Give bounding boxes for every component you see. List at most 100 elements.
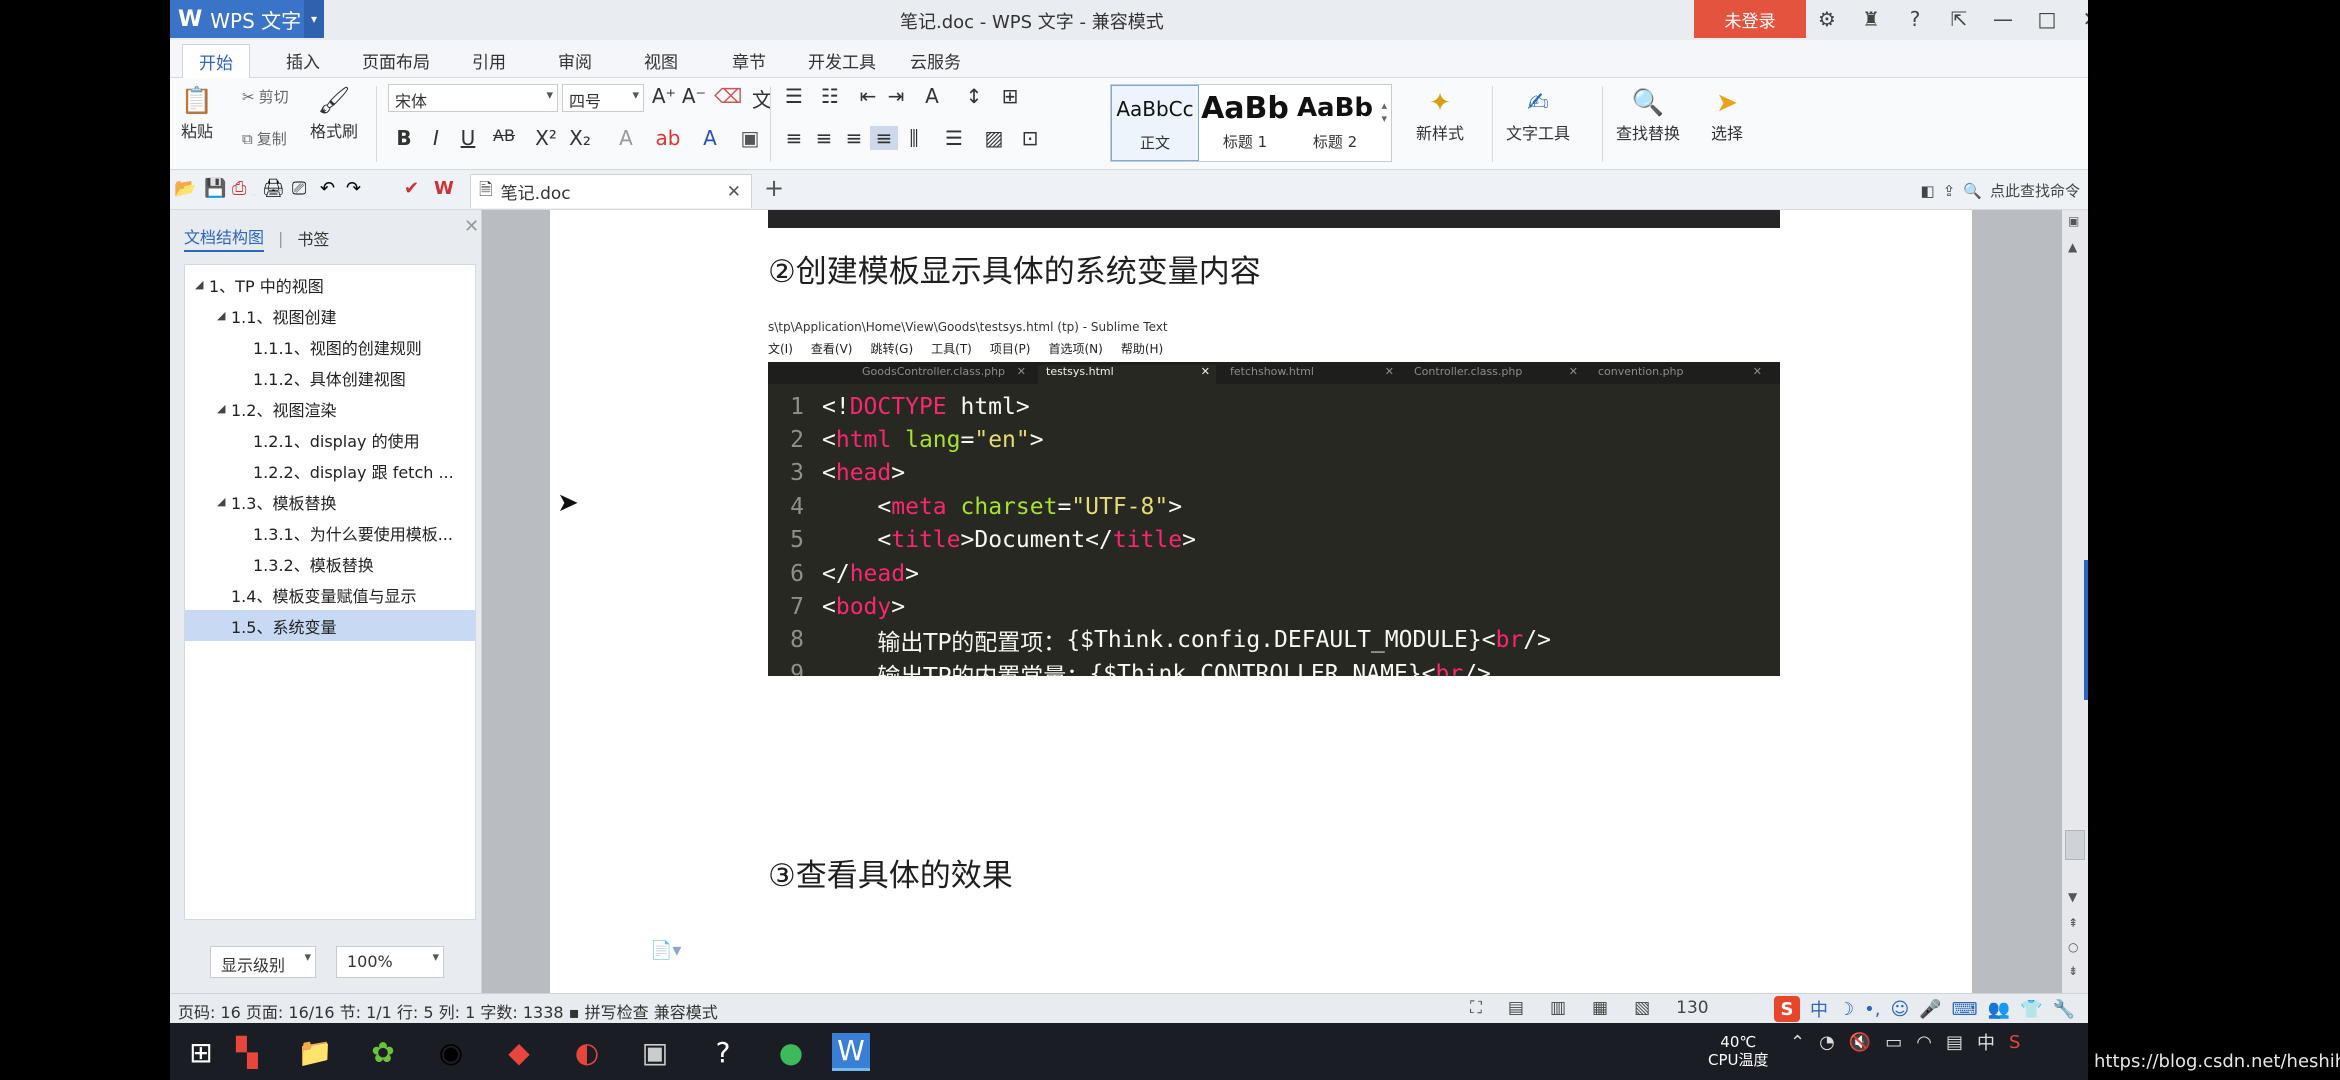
open-folder-icon[interactable]: 📂 bbox=[174, 178, 196, 199]
italic-icon[interactable]: I bbox=[422, 126, 450, 150]
level-select[interactable]: 显示级别 bbox=[210, 946, 316, 978]
web-view-icon[interactable]: ▥ bbox=[1550, 998, 1566, 1018]
shrink-font-icon[interactable]: A⁻ bbox=[680, 84, 708, 108]
text-direction-icon[interactable]: A bbox=[918, 84, 946, 108]
close-tab-icon[interactable]: ✕ bbox=[727, 182, 741, 202]
align-right-icon[interactable]: ≡ bbox=[840, 126, 868, 150]
chrome-icon[interactable]: ◉ bbox=[432, 1033, 470, 1071]
numbering-icon[interactable]: ☷ bbox=[816, 84, 844, 108]
close-pane-icon[interactable]: ✕ bbox=[464, 216, 479, 237]
minimize-ribbon-icon[interactable]: ◧ bbox=[1921, 182, 1935, 200]
bullets-icon[interactable]: ☰ bbox=[780, 84, 808, 108]
line-spacing-icon[interactable]: ☰ bbox=[940, 126, 968, 150]
redo-icon[interactable]: ↷ bbox=[346, 178, 361, 199]
scroll-down-icon[interactable]: ▼ bbox=[2068, 890, 2077, 904]
heading-create-template[interactable]: ②创建模板显示具体的系统变量内容 bbox=[768, 246, 1261, 291]
side-panel-indicator[interactable] bbox=[2084, 560, 2088, 700]
app-icon-9[interactable]: ● bbox=[772, 1033, 810, 1071]
outline-item[interactable]: 1.1.1、视图的创建规则 bbox=[185, 331, 475, 362]
outline-item[interactable]: 1.1.2、具体创建视图 bbox=[185, 362, 475, 393]
tab-review[interactable]: 审阅 bbox=[558, 48, 592, 73]
font-size-select[interactable]: 四号 bbox=[562, 84, 644, 112]
tab-bookmarks[interactable]: 书签 bbox=[297, 226, 329, 250]
distribute-icon[interactable]: ⫼ bbox=[900, 126, 928, 150]
undo-icon[interactable]: ↶ bbox=[320, 178, 335, 199]
help-app-icon[interactable]: ? bbox=[704, 1033, 742, 1071]
outline-item[interactable]: 1.4、模板变量赋值与显示 bbox=[185, 579, 475, 610]
zoom-select[interactable]: 100% bbox=[336, 946, 444, 978]
justify-icon[interactable]: ≡ bbox=[870, 126, 898, 150]
highlight-icon[interactable]: ab bbox=[654, 126, 682, 150]
battery-icon[interactable]: ▭ bbox=[1885, 1032, 1902, 1053]
wps-writer-icon[interactable]: W bbox=[832, 1033, 870, 1071]
expand-toggle-icon[interactable]: ◢ bbox=[217, 402, 231, 415]
notification-icon[interactable]: ▤ bbox=[1946, 1032, 1963, 1053]
zoom-value[interactable]: 130 bbox=[1676, 998, 1708, 1018]
tray-app-icon[interactable]: ◔ bbox=[1819, 1032, 1835, 1053]
ime-skin-icon[interactable]: 👕 bbox=[2020, 999, 2042, 1020]
close-icon[interactable]: ✕ bbox=[2076, 4, 2088, 34]
next-page-icon[interactable]: ⇟ bbox=[2068, 964, 2078, 978]
style-heading-2[interactable]: AaBb 标题 2 bbox=[1291, 85, 1379, 161]
app-icon-3[interactable]: ✿ bbox=[364, 1033, 402, 1071]
heading-view-result[interactable]: ③查看具体的效果 bbox=[768, 850, 1013, 895]
login-button[interactable]: 未登录 bbox=[1694, 0, 1806, 38]
sogou-icon[interactable]: S bbox=[1774, 996, 1800, 1022]
windows-start-icon[interactable]: ⊞ bbox=[182, 1033, 220, 1071]
outline-item[interactable]: 1.3.1、为什么要使用模板... bbox=[185, 517, 475, 548]
upload-icon[interactable]: ⇪ bbox=[1943, 182, 1956, 200]
ime-keyboard-icon[interactable]: ⌨ bbox=[1952, 999, 1978, 1020]
page[interactable]: ②创建模板显示具体的系统变量内容 s\tp\Application\Home\V… bbox=[550, 210, 1972, 993]
tab-references[interactable]: 引用 bbox=[472, 48, 506, 73]
strikethrough-icon[interactable]: AB bbox=[490, 126, 518, 145]
ruler-toggle-icon[interactable]: ▣ bbox=[2068, 214, 2079, 228]
tab-cloud[interactable]: 云服务 bbox=[910, 48, 961, 73]
app-icon-5[interactable]: ◆ bbox=[500, 1033, 538, 1071]
help-icon[interactable]: ? bbox=[1900, 4, 1930, 34]
tab-view[interactable]: 视图 bbox=[644, 48, 678, 73]
app-icon-1[interactable]: ▚ bbox=[228, 1033, 266, 1071]
tab-home[interactable]: 开始 bbox=[182, 44, 250, 78]
expand-toggle-icon[interactable]: ◢ bbox=[195, 278, 209, 291]
command-search[interactable]: ◧ ⇪ 🔍 点此查找命令 bbox=[1921, 180, 2080, 201]
subscript-icon[interactable]: X₂ bbox=[566, 126, 594, 150]
borders-icon[interactable]: ⊡ bbox=[1016, 126, 1044, 150]
decrease-indent-icon[interactable]: ⇤ bbox=[854, 84, 882, 108]
format-painter-button[interactable]: 🖌 格式刷 bbox=[310, 84, 358, 142]
tab-page-layout[interactable]: 页面布局 bbox=[362, 48, 430, 73]
bold-icon[interactable]: B bbox=[390, 126, 418, 150]
copy-button[interactable]: ⧉ 复制 bbox=[242, 128, 287, 149]
outline-item[interactable]: ◢ 1.2、视图渲染 bbox=[185, 393, 475, 424]
text-effect-icon[interactable]: A bbox=[612, 126, 640, 150]
paste-options-icon[interactable]: 📄▾ bbox=[650, 940, 681, 961]
save-icon[interactable]: 💾 bbox=[204, 178, 226, 199]
print-icon[interactable]: 🖨 bbox=[262, 178, 285, 199]
scrollbar-thumb[interactable] bbox=[2065, 830, 2085, 860]
outline-item[interactable]: 1.5、系统变量 bbox=[185, 610, 475, 641]
tab-outline[interactable]: 文档结构图 bbox=[184, 224, 265, 252]
browse-object-icon[interactable]: ○ bbox=[2068, 940, 2078, 954]
shirt-icon[interactable]: ♜ bbox=[1856, 4, 1886, 34]
tab-developer[interactable]: 开发工具 bbox=[808, 48, 876, 73]
export-pdf-icon[interactable]: ⎙ bbox=[232, 178, 246, 199]
outline-item[interactable]: 1.2.2、display 跟 fetch ... bbox=[185, 455, 475, 486]
scroll-up-icon[interactable]: ▲ bbox=[2068, 240, 2077, 254]
outline-item[interactable]: 1.2.1、display 的使用 bbox=[185, 424, 475, 455]
customize-icon[interactable]: ✔ bbox=[404, 178, 419, 199]
ime-user-icon[interactable]: 👥 bbox=[1988, 999, 2010, 1020]
sogou-tray-icon[interactable]: S bbox=[2009, 1032, 2020, 1053]
font-color-icon[interactable]: A bbox=[696, 126, 724, 150]
sublime-text-icon[interactable]: ▣ bbox=[636, 1033, 674, 1071]
ime-chinese-icon[interactable]: 中 bbox=[1810, 996, 1828, 1022]
increase-indent-icon[interactable]: ⇥ bbox=[882, 84, 910, 108]
expand-toggle-icon[interactable]: ◢ bbox=[217, 495, 231, 508]
file-explorer-icon[interactable]: 📁 bbox=[296, 1033, 334, 1071]
app-icon-6[interactable]: ◐ bbox=[568, 1033, 606, 1071]
outline-item[interactable]: ◢ 1.1、视图创建 bbox=[185, 300, 475, 331]
shading-icon[interactable]: ▨ bbox=[980, 126, 1008, 150]
chevron-down-icon[interactable]: ▾ bbox=[304, 0, 324, 38]
char-shading-icon[interactable]: ▣ bbox=[736, 126, 764, 150]
document-tab[interactable]: 🗎 笔记.doc ✕ bbox=[470, 174, 752, 208]
gallery-scroll-icon[interactable]: ▴ ▾ bbox=[1381, 99, 1387, 125]
ime-tools-icon[interactable]: 🔧 bbox=[2053, 999, 2075, 1020]
